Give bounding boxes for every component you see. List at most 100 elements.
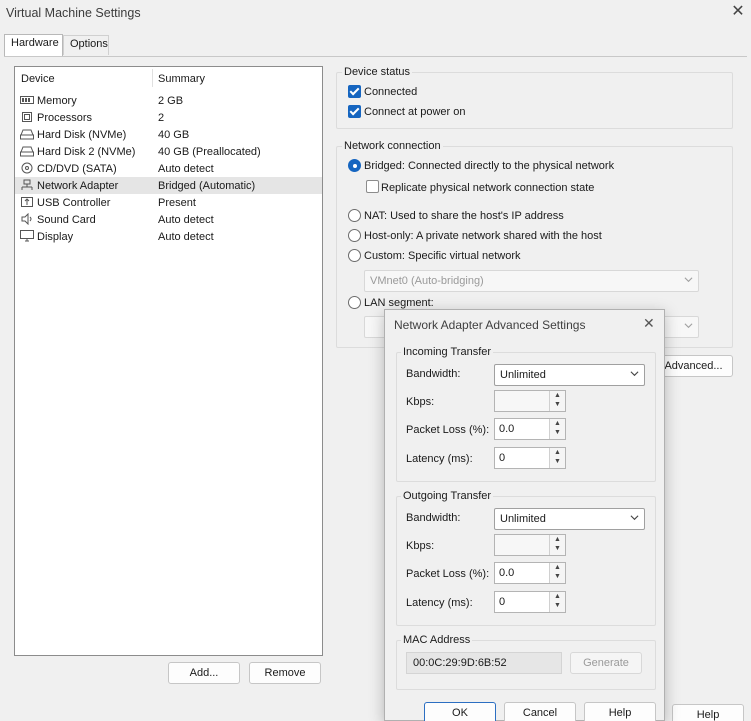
network-connection-label: Network connection: [342, 140, 443, 152]
spin-buttons[interactable]: ▲ ▼: [549, 391, 565, 411]
incoming-loss-label: Packet Loss (%):: [406, 424, 490, 436]
dialog-help-button[interactable]: Help: [584, 702, 656, 721]
cd-dvd-icon: [20, 162, 34, 174]
device-row[interactable]: Memory 2 GB: [15, 92, 322, 109]
device-summary: 2: [158, 112, 165, 124]
device-summary: Present: [158, 197, 196, 209]
summary-column-header[interactable]: Summary: [158, 73, 205, 85]
advanced-button[interactable]: Advanced...: [654, 355, 733, 377]
connected-label[interactable]: Connected: [364, 86, 417, 98]
device-name: Display: [37, 231, 74, 243]
tab-options[interactable]: Options: [63, 35, 109, 55]
memory-icon: [20, 94, 34, 106]
main-help-button[interactable]: Help: [672, 704, 744, 721]
device-row[interactable]: Hard Disk 2 (NVMe) 40 GB (Preallocated): [15, 143, 322, 160]
incoming-loss-input[interactable]: 0.0 ▲ ▼: [494, 418, 566, 440]
device-name: Sound Card: [37, 214, 96, 226]
device-name: USB Controller: [37, 197, 111, 209]
connected-checkbox[interactable]: [348, 85, 361, 98]
incoming-transfer-label: Incoming Transfer: [401, 346, 494, 358]
outgoing-kbps-label: Kbps:: [406, 540, 435, 552]
outgoing-loss-input[interactable]: 0.0 ▲ ▼: [494, 562, 566, 584]
bridged-label[interactable]: Bridged: Connected directly to the physi…: [364, 160, 614, 172]
custom-network-value: VMnet0 (Auto-bridging): [370, 275, 484, 287]
device-name: Memory: [37, 95, 77, 107]
chevron-down-icon: [630, 371, 639, 377]
incoming-kbps-input[interactable]: ▲ ▼: [494, 390, 566, 412]
generate-button[interactable]: Generate: [570, 652, 642, 674]
lan-segment-radio[interactable]: [348, 296, 361, 309]
device-summary: 2 GB: [158, 95, 184, 107]
outgoing-latency-value: 0: [499, 596, 506, 608]
device-row[interactable]: CD/DVD (SATA) Auto detect: [15, 160, 322, 177]
lan-segment-label[interactable]: LAN segment:: [364, 297, 434, 309]
cancel-button[interactable]: Cancel: [504, 702, 576, 721]
incoming-bandwidth-value: Unlimited: [500, 369, 546, 381]
mac-address-label: MAC Address: [401, 634, 473, 646]
window-title: Virtual Machine Settings: [6, 6, 141, 20]
device-summary: Auto detect: [158, 163, 214, 175]
incoming-latency-input[interactable]: 0 ▲ ▼: [494, 447, 566, 469]
outgoing-bandwidth-label: Bandwidth:: [406, 512, 461, 524]
tab-hardware[interactable]: Hardware: [4, 34, 63, 56]
remove-device-button[interactable]: Remove: [249, 662, 321, 684]
device-summary: Auto detect: [158, 214, 214, 226]
bridged-radio[interactable]: [348, 159, 361, 172]
spin-buttons[interactable]: ▲ ▼: [549, 592, 565, 612]
device-row[interactable]: Display Auto detect: [15, 228, 322, 245]
spin-buttons[interactable]: ▲ ▼: [549, 563, 565, 583]
device-list[interactable]: Device Summary Memory 2 GB Processors 2 Hard…: [14, 66, 323, 656]
custom-label[interactable]: Custom: Specific virtual network: [364, 250, 521, 262]
sound-card-icon: [20, 212, 34, 226]
network-adapter-icon: [20, 179, 34, 191]
replicate-state-label[interactable]: Replicate physical network connection st…: [381, 182, 594, 194]
device-row[interactable]: Hard Disk (NVMe) 40 GB: [15, 126, 322, 143]
window-close-button[interactable]: ✕: [726, 0, 750, 24]
host-only-label[interactable]: Host-only: A private network shared with…: [364, 230, 602, 242]
ok-button[interactable]: OK: [424, 702, 496, 721]
chevron-down-icon: [630, 515, 639, 521]
device-row[interactable]: Processors 2: [15, 109, 322, 126]
nat-label[interactable]: NAT: Used to share the host's IP address: [364, 210, 564, 222]
incoming-latency-value: 0: [499, 452, 506, 464]
hard-disk-icon: [20, 145, 34, 157]
mac-address-field[interactable]: 00:0C:29:9D:6B:52: [406, 652, 562, 674]
custom-network-select[interactable]: VMnet0 (Auto-bridging): [364, 270, 699, 292]
outgoing-kbps-input[interactable]: ▲ ▼: [494, 534, 566, 556]
spin-buttons[interactable]: ▲ ▼: [549, 535, 565, 555]
device-summary: 40 GB (Preallocated): [158, 146, 261, 158]
device-summary: 40 GB: [158, 129, 190, 141]
chevron-down-icon: [684, 277, 693, 283]
device-status-label: Device status: [342, 66, 413, 78]
incoming-latency-label: Latency (ms):: [406, 453, 473, 465]
device-name: Network Adapter: [37, 180, 119, 192]
incoming-bandwidth-select[interactable]: Unlimited: [494, 364, 645, 386]
spin-buttons[interactable]: ▲ ▼: [549, 419, 565, 439]
outgoing-loss-value: 0.0: [499, 567, 515, 579]
outgoing-latency-input[interactable]: 0 ▲ ▼: [494, 591, 566, 613]
replicate-state-checkbox[interactable]: [366, 180, 379, 193]
dialog-close-button[interactable]: ✕: [643, 315, 655, 332]
device-name: CD/DVD (SATA): [37, 163, 117, 175]
usb-icon: [20, 196, 34, 208]
outgoing-loss-label: Packet Loss (%):: [406, 568, 490, 580]
device-name: Processors: [37, 112, 93, 124]
outgoing-transfer-label: Outgoing Transfer: [401, 490, 494, 502]
advanced-settings-dialog: Network Adapter Advanced Settings ✕ Inco…: [384, 309, 665, 721]
spin-buttons[interactable]: ▲ ▼: [549, 448, 565, 468]
device-name: Hard Disk (NVMe): [37, 129, 127, 141]
outgoing-bandwidth-select[interactable]: Unlimited: [494, 508, 645, 530]
host-only-radio[interactable]: [348, 229, 361, 242]
add-device-button[interactable]: Add...: [168, 662, 240, 684]
connect-at-power-on-checkbox[interactable]: [348, 105, 361, 118]
display-icon: [20, 230, 34, 242]
device-row[interactable]: Network Adapter Bridged (Automatic): [15, 177, 322, 194]
device-column-header[interactable]: Device: [21, 73, 55, 85]
connect-at-power-on-label[interactable]: Connect at power on: [364, 106, 466, 118]
device-row[interactable]: Sound Card Auto detect: [15, 211, 322, 228]
nat-radio[interactable]: [348, 209, 361, 222]
device-row[interactable]: USB Controller Present: [15, 194, 322, 211]
custom-radio[interactable]: [348, 249, 361, 262]
device-name: Hard Disk 2 (NVMe): [37, 146, 136, 158]
dialog-title: Network Adapter Advanced Settings: [394, 318, 586, 332]
